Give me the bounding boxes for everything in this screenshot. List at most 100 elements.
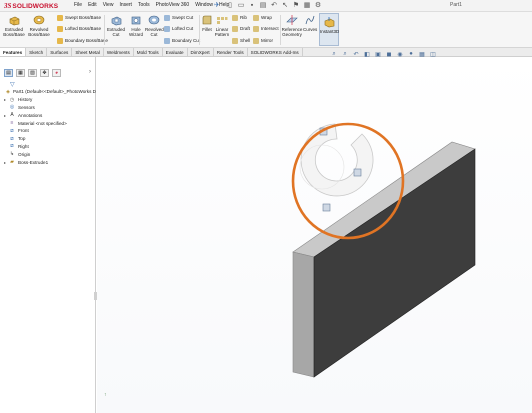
hole-wizard-icon [131,16,141,25]
lofted-boss-icon [57,26,63,32]
feature-manager-tab-icon[interactable]: ▤ [4,69,13,77]
revolved-boss-label: Revolved Boss/Base [28,27,50,37]
wrap-label: Wrap [261,15,272,20]
tab-sheet-metal[interactable]: Sheet Metal [72,48,104,56]
menu-window[interactable]: Window [195,2,213,8]
menu-edit[interactable]: Edit [88,2,97,8]
tree-item-part[interactable]: ◈ Part1 (Default<<Default>_PhotoWorks D [4,88,96,96]
origin-icon: ↳ [9,151,15,158]
swept-cut-button[interactable]: Swept Cut [164,15,193,21]
linear-pattern-icon [217,17,228,24]
plane-icon: ⧄ [10,143,14,150]
tree-item-label: Annotations [18,112,43,118]
graphics-area[interactable] [97,57,532,413]
revolved-boss-button[interactable]: Revolved Boss/Base [27,14,51,37]
tab-mold-tools[interactable]: Mold Tools [134,48,163,56]
gear-icon[interactable]: ⚙ [314,1,322,10]
title-bar: 3S SOLIDWORKS File Edit View Insert Tool… [0,0,532,12]
shell-button[interactable]: Shell [232,38,250,44]
tree-item-material[interactable]: ≡ Material <not specified> [4,119,96,127]
menu-bar: File Edit View Insert Tools PhotoView 36… [74,2,229,8]
material-icon: ≡ [10,120,14,127]
print-icon[interactable]: ▤ [259,1,267,10]
rib-icon [232,15,238,21]
part-side-face[interactable] [292,251,315,378]
revolved-cut-icon [148,15,160,25]
lofted-cut-button[interactable]: Lofted Cut [164,26,193,32]
rebuild-icon[interactable]: ⚑ [292,1,300,10]
tab-surfaces[interactable]: Surfaces [47,48,73,56]
linear-pattern-button[interactable]: Linear Pattern [214,14,230,37]
swept-boss-icon [57,15,63,21]
new-document-icon[interactable]: ▯ [226,1,234,10]
instant3d-label: Instant3D [320,29,340,34]
filter-icon[interactable]: ▽ [10,81,15,88]
select-icon[interactable]: ↖ [281,1,289,10]
tree-item-front-plane[interactable]: ⧄ Front [4,127,96,135]
menu-file[interactable]: File [74,2,82,8]
plane-icon: ⧄ [10,135,14,142]
hole-wizard-button[interactable]: Hole Wizard [127,14,145,37]
tab-addins[interactable]: SOLIDWORKS Add-Ins [248,48,303,56]
swept-cut-label: Swept Cut [172,15,194,20]
tab-evaluate[interactable]: Evaluate [163,48,188,56]
tab-sketch[interactable]: Sketch [26,48,48,56]
boundary-boss-button[interactable]: Boundary Boss/Base [57,38,108,44]
tree-item-sensors[interactable]: ◎ Sensors [4,104,96,112]
tab-weldments[interactable]: Weldments [104,48,134,56]
tree-item-annotations[interactable]: ▸ A Annotations [4,111,96,119]
tree-item-boss-extrude[interactable]: ▸ ▰ Boss-Extrude1 [4,158,96,166]
intersect-button[interactable]: Intersect [253,26,279,32]
intersect-label: Intersect [261,26,279,31]
tree-item-origin[interactable]: ↳ Origin [4,150,96,158]
extrude-icon: ▰ [10,159,14,166]
rib-button[interactable]: Rib [232,15,247,21]
mirror-button[interactable]: Mirror [253,38,273,44]
command-manager-tabs: Features Sketch Surfaces Sheet Metal Wel… [0,48,532,57]
instant3d-button[interactable]: Instant3D [319,13,339,46]
context-tool-icon[interactable] [322,203,331,212]
solidworks-logo[interactable]: 3S SOLIDWORKS [4,1,58,11]
reference-geometry-button[interactable]: Reference Geometry [281,14,303,37]
draft-button[interactable]: Draft [232,26,250,32]
tree-item-label: Sensors [18,104,35,110]
tree-item-top-plane[interactable]: ⧄ Top [4,135,96,143]
curves-button[interactable]: Curves [303,14,317,32]
chevron-right-icon[interactable]: › [89,69,91,75]
options-icon[interactable]: ▦ [303,1,311,10]
revolved-cut-button[interactable]: Revolved Cut [145,14,164,37]
extruded-cut-button[interactable]: Extruded Cut [105,14,127,37]
save-icon[interactable]: ▪ [248,1,256,10]
property-manager-tab-icon[interactable]: ▦ [16,69,25,77]
lofted-boss-button[interactable]: Lofted Boss/Base [57,26,101,32]
tree-item-history[interactable]: ▸ ◷ History [4,96,96,104]
history-icon: ◷ [9,96,15,103]
wrap-button[interactable]: Wrap [253,15,272,21]
lofted-cut-icon [164,26,170,32]
context-selection-ring[interactable] [299,123,374,212]
undo-icon[interactable]: ↶ [270,1,278,10]
mirror-icon [253,38,259,44]
tab-dimxpert[interactable]: DimXpert [188,48,214,56]
plane-icon: ⧄ [10,127,14,134]
extruded-boss-button[interactable]: Extruded Boss/Base [2,14,26,37]
tree-item-right-plane[interactable]: ⧄ Right [4,143,96,151]
hole-wizard-label: Hole Wizard [128,27,143,37]
menu-tools[interactable]: Tools [138,2,150,8]
feature-manager-panel: ▤ ▦ ▧ ✥ ◕ › ▽ ◈ Part1 (Default<<Default>… [0,57,98,413]
fillet-button[interactable]: Fillet [200,14,214,32]
tab-features[interactable]: Features [0,48,27,56]
context-tool-icon[interactable] [353,168,362,177]
open-icon[interactable]: ▭ [237,1,245,10]
menu-photoview[interactable]: PhotoView 360 [156,2,190,8]
configuration-manager-tab-icon[interactable]: ▧ [28,69,37,77]
model-viewport [291,122,476,378]
pin-icon[interactable]: ✈ [214,1,220,9]
menu-view[interactable]: View [103,2,114,8]
menu-insert[interactable]: Insert [119,2,132,8]
swept-boss-button[interactable]: Swept Boss/Base [57,15,101,21]
boundary-cut-button[interactable]: Boundary Cut [164,38,200,44]
display-manager-tab-icon[interactable]: ◕ [52,69,61,77]
tab-render-tools[interactable]: Render Tools [214,48,248,56]
dimxpert-manager-tab-icon[interactable]: ✥ [40,69,49,77]
